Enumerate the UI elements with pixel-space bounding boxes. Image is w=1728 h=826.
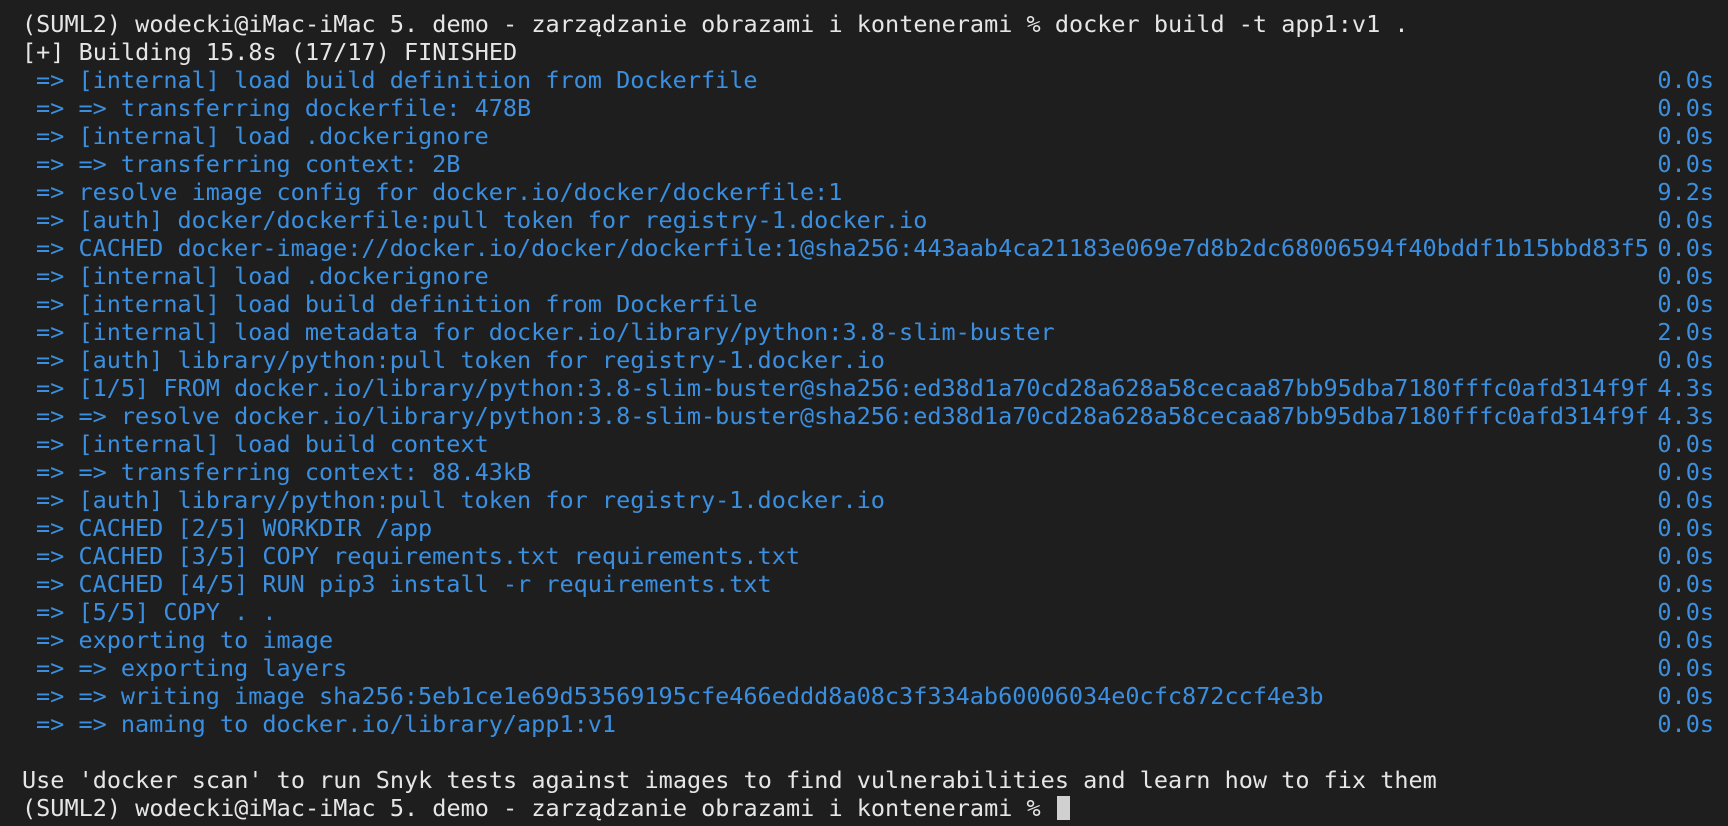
build-step-row: => [auth] library/python:pull token for …	[0, 486, 1728, 514]
build-step-text: => [internal] load .dockerignore	[36, 262, 489, 290]
build-step-text: => => writing image sha256:5eb1ce1e69d53…	[36, 682, 1324, 710]
build-step-text: => CACHED [4/5] RUN pip3 install -r requ…	[36, 570, 772, 598]
build-step-time: 0.0s	[1657, 710, 1714, 738]
build-step-text: => [internal] load metadata for docker.i…	[36, 318, 1055, 346]
build-step-row: => => writing image sha256:5eb1ce1e69d53…	[0, 682, 1728, 710]
build-step-text: => [1/5] FROM docker.io/library/python:3…	[36, 374, 1649, 402]
build-step-row: => => transferring context: 88.43kB 0.0s	[0, 458, 1728, 486]
build-step-time: 0.0s	[1657, 122, 1714, 150]
build-step-time: 0.0s	[1657, 150, 1714, 178]
build-steps-list: => [internal] load build definition from…	[0, 66, 1728, 738]
build-step-text: => [5/5] COPY . .	[36, 598, 277, 626]
build-step-row: => [internal] load build definition from…	[0, 66, 1728, 94]
build-step-time: 0.0s	[1657, 262, 1714, 290]
build-step-row: => CACHED [4/5] RUN pip3 install -r requ…	[0, 570, 1728, 598]
build-step-text: => [auth] docker/dockerfile:pull token f…	[36, 206, 928, 234]
build-step-time: 0.0s	[1657, 682, 1714, 710]
build-step-text: => [auth] library/python:pull token for …	[36, 486, 885, 514]
build-step-text: => => resolve docker.io/library/python:3…	[36, 402, 1649, 430]
build-step-time: 0.0s	[1657, 430, 1714, 458]
build-step-row: => => resolve docker.io/library/python:3…	[0, 402, 1728, 430]
build-step-time: 2.0s	[1657, 318, 1714, 346]
scan-hint-line: Use 'docker scan' to run Snyk tests agai…	[0, 766, 1728, 794]
text-cursor	[1056, 796, 1070, 820]
command-text: (SUML2) wodecki@iMac-iMac 5. demo - zarz…	[22, 10, 1409, 38]
build-step-text: => => transferring dockerfile: 478B	[36, 94, 532, 122]
build-step-row: => [internal] load build context 0.0s	[0, 430, 1728, 458]
build-step-text: => CACHED [2/5] WORKDIR /app	[36, 514, 433, 542]
final-prompt-text: (SUML2) wodecki@iMac-iMac 5. demo - zarz…	[22, 794, 1055, 822]
build-step-time: 4.3s	[1657, 374, 1714, 402]
build-step-text: => => exporting layers	[36, 654, 348, 682]
build-step-row: => [internal] load metadata for docker.i…	[0, 318, 1728, 346]
build-step-row: => CACHED docker-image://docker.io/docke…	[0, 234, 1728, 262]
build-step-text: => resolve image config for docker.io/do…	[36, 178, 843, 206]
build-step-text: => exporting to image	[36, 626, 334, 654]
build-step-time: 4.3s	[1657, 402, 1714, 430]
build-step-row: => [5/5] COPY . . 0.0s	[0, 598, 1728, 626]
build-status-line: [+] Building 15.8s (17/17) FINISHED	[0, 38, 1728, 66]
build-step-time: 0.0s	[1657, 66, 1714, 94]
build-step-row: => [auth] docker/dockerfile:pull token f…	[0, 206, 1728, 234]
build-step-time: 0.0s	[1657, 206, 1714, 234]
build-step-time: 0.0s	[1657, 458, 1714, 486]
build-step-text: => [internal] load build definition from…	[36, 290, 758, 318]
build-status-text: [+] Building 15.8s (17/17) FINISHED	[22, 38, 518, 66]
build-step-row: => [1/5] FROM docker.io/library/python:3…	[0, 374, 1728, 402]
build-step-text: => CACHED [3/5] COPY requirements.txt re…	[36, 542, 801, 570]
build-step-row: => => transferring dockerfile: 478B 0.0s	[0, 94, 1728, 122]
command-prompt-line: (SUML2) wodecki@iMac-iMac 5. demo - zarz…	[0, 10, 1728, 38]
final-prompt-container[interactable]: (SUML2) wodecki@iMac-iMac 5. demo - zarz…	[22, 794, 1070, 822]
build-step-row: => [internal] load .dockerignore 0.0s	[0, 262, 1728, 290]
build-step-row: => [internal] load build definition from…	[0, 290, 1728, 318]
build-step-row: => => transferring context: 2B 0.0s	[0, 150, 1728, 178]
build-step-time: 0.0s	[1657, 514, 1714, 542]
terminal-window[interactable]: (SUML2) wodecki@iMac-iMac 5. demo - zarz…	[0, 0, 1728, 826]
build-step-row: => [auth] library/python:pull token for …	[0, 346, 1728, 374]
build-step-text: => CACHED docker-image://docker.io/docke…	[36, 234, 1649, 262]
build-step-time: 0.0s	[1657, 94, 1714, 122]
build-step-time: 0.0s	[1657, 290, 1714, 318]
build-step-row: => [internal] load .dockerignore 0.0s	[0, 122, 1728, 150]
build-step-time: 0.0s	[1657, 654, 1714, 682]
build-step-row: => exporting to image 0.0s	[0, 626, 1728, 654]
build-step-time: 0.0s	[1657, 626, 1714, 654]
build-step-time: 0.0s	[1657, 598, 1714, 626]
build-step-time: 0.0s	[1657, 570, 1714, 598]
build-step-text: => => transferring context: 2B	[36, 150, 461, 178]
build-step-row: => CACHED [2/5] WORKDIR /app 0.0s	[0, 514, 1728, 542]
build-step-time: 0.0s	[1657, 486, 1714, 514]
build-step-time: 0.0s	[1657, 346, 1714, 374]
build-step-row: => CACHED [3/5] COPY requirements.txt re…	[0, 542, 1728, 570]
build-step-text: => [internal] load build context	[36, 430, 489, 458]
build-step-text: => [internal] load build definition from…	[36, 66, 758, 94]
build-step-row: => => naming to docker.io/library/app1:v…	[0, 710, 1728, 738]
build-step-row: => resolve image config for docker.io/do…	[0, 178, 1728, 206]
build-step-time: 0.0s	[1657, 542, 1714, 570]
build-step-text: => => transferring context: 88.43kB	[36, 458, 532, 486]
build-step-text: => [internal] load .dockerignore	[36, 122, 489, 150]
final-prompt-line[interactable]: (SUML2) wodecki@iMac-iMac 5. demo - zarz…	[0, 794, 1728, 822]
build-step-row: => => exporting layers 0.0s	[0, 654, 1728, 682]
build-step-text: => [auth] library/python:pull token for …	[36, 346, 885, 374]
scan-hint-text: Use 'docker scan' to run Snyk tests agai…	[22, 766, 1437, 794]
build-step-text: => => naming to docker.io/library/app1:v…	[36, 710, 617, 738]
build-step-time: 9.2s	[1657, 178, 1714, 206]
build-step-time: 0.0s	[1657, 234, 1714, 262]
